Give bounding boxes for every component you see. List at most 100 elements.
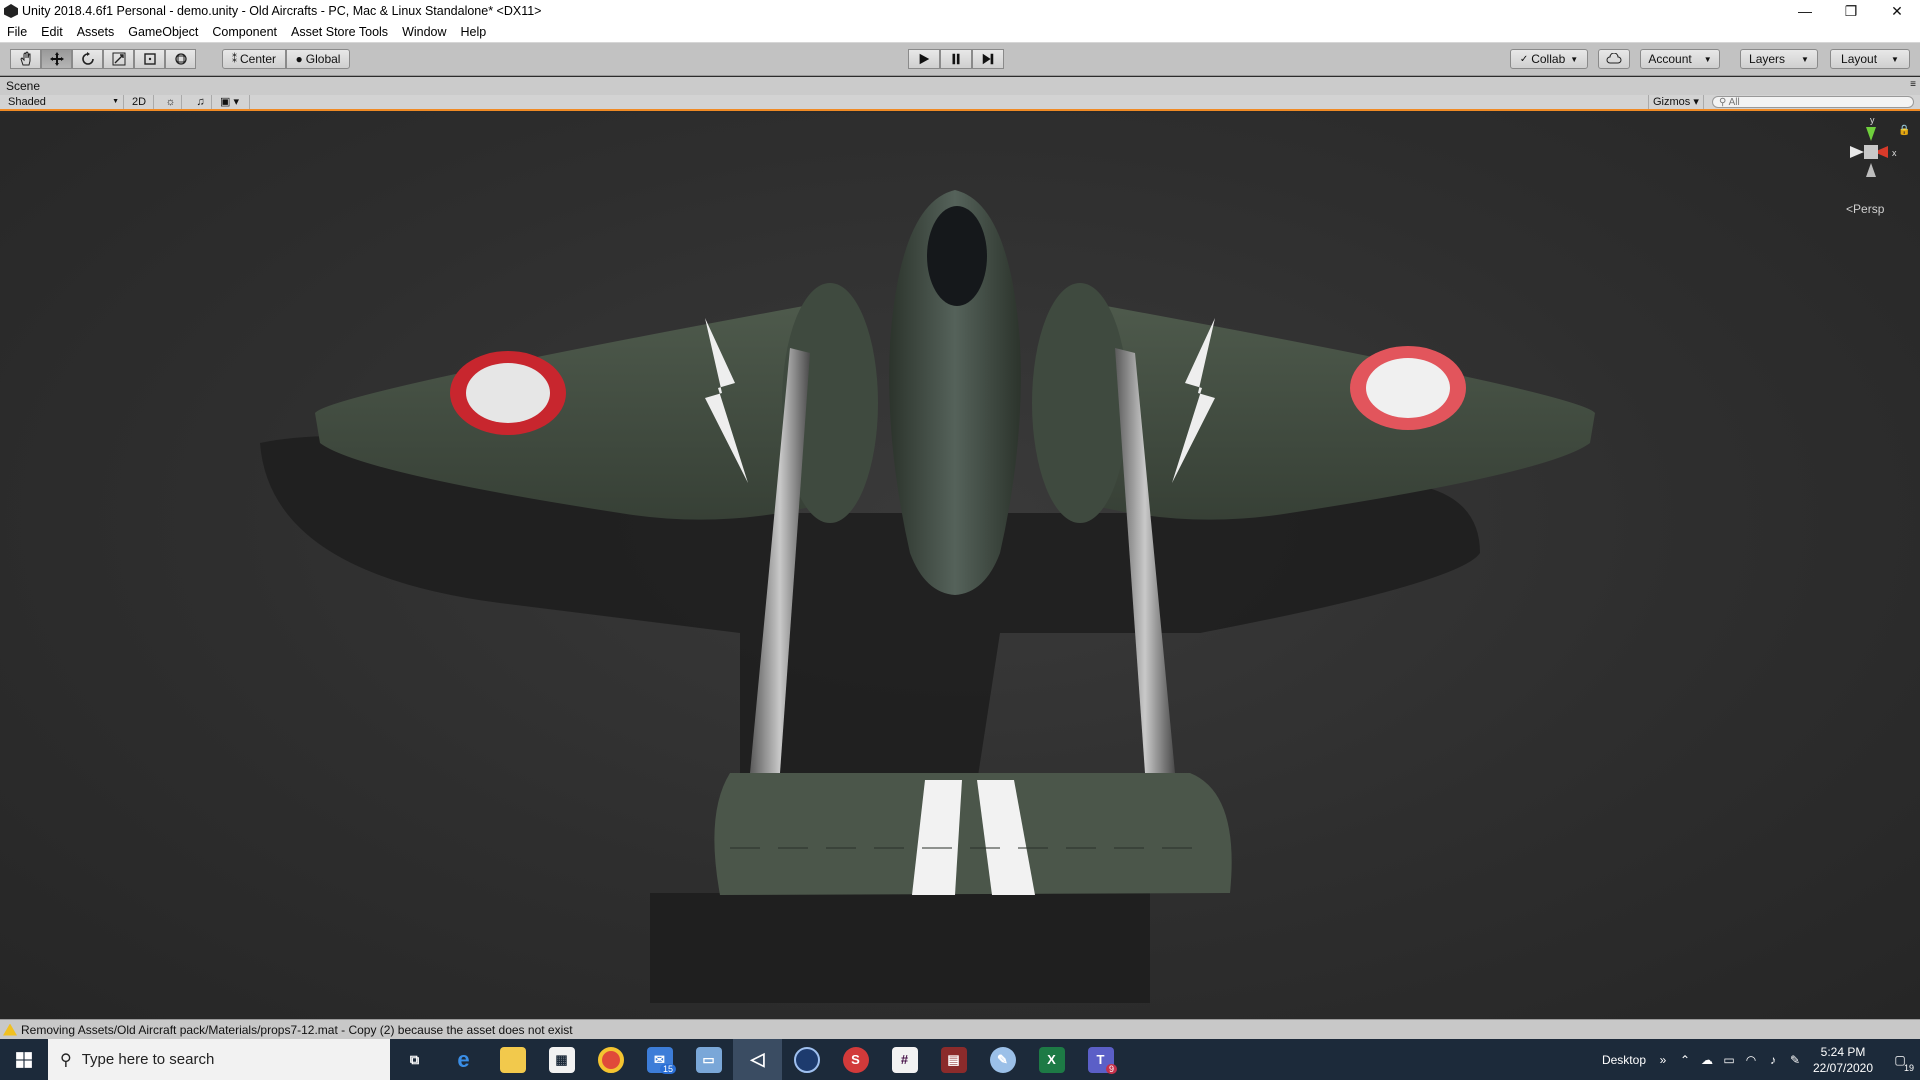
taskbar-paint[interactable]: ✎: [978, 1039, 1027, 1080]
desktop-toolbar-label[interactable]: Desktop: [1602, 1053, 1646, 1067]
taskbar-remote-desktop[interactable]: ▭: [684, 1039, 733, 1080]
volume-icon[interactable]: ♪: [1762, 1053, 1784, 1067]
menu-assets[interactable]: Assets: [70, 22, 122, 43]
effects-dropdown-icon[interactable]: ▣ ▾: [216, 95, 250, 109]
orientation-gizmo[interactable]: y x: [1836, 113, 1906, 213]
taskbar-unity[interactable]: ◁: [733, 1039, 782, 1080]
close-button[interactable]: ✕: [1874, 0, 1920, 22]
restore-button[interactable]: ❐: [1828, 0, 1874, 22]
taskbar-search-placeholder: Type here to search: [81, 1051, 215, 1068]
persp-label[interactable]: <Persp: [1846, 202, 1884, 216]
taskbar-search-input[interactable]: ⚲ Type here to search: [48, 1039, 390, 1080]
taskbar-edge[interactable]: e: [439, 1039, 488, 1080]
notifications-button[interactable]: ▢ 19: [1880, 1053, 1920, 1073]
task-view-button[interactable]: ⧉: [390, 1039, 439, 1080]
rotate-icon: [81, 52, 94, 65]
status-message[interactable]: Removing Assets/Old Aircraft pack/Materi…: [21, 1023, 573, 1037]
taskbar-store[interactable]: ▦: [537, 1039, 586, 1080]
taskbar-winrar[interactable]: ▤: [929, 1039, 978, 1080]
scale-tool-button[interactable]: [103, 49, 134, 69]
lighting-toggle-icon[interactable]: ☼: [160, 95, 182, 109]
scene-toolbar: Shaded ▼ 2D ☼ ♫ ▣ ▾ Gizmos ▾ ⚲ All: [0, 95, 1920, 111]
show-hidden-icons-icon[interactable]: ⌃: [1674, 1053, 1696, 1067]
menu-component[interactable]: Component: [205, 22, 284, 43]
cloud-button[interactable]: [1598, 49, 1630, 69]
step-icon: [982, 53, 994, 65]
cloud-icon: [1606, 53, 1622, 64]
cinema-icon: [793, 1046, 820, 1073]
dropdown-arrow-icon: ▼: [112, 98, 119, 105]
mail-badge: 15: [659, 1064, 676, 1074]
menu-window[interactable]: Window: [395, 22, 453, 43]
expand-toolbar-icon[interactable]: »: [1652, 1053, 1674, 1067]
gizmos-dropdown[interactable]: Gizmos ▾: [1648, 95, 1704, 109]
move-tool-button[interactable]: [41, 49, 72, 69]
play-button[interactable]: [908, 49, 940, 69]
dropdown-arrow-icon: ▼: [1801, 54, 1809, 64]
substance-icon: S: [842, 1046, 869, 1073]
layout-dropdown[interactable]: Layout ▼: [1830, 49, 1910, 69]
toggle-2d-button[interactable]: 2D: [128, 95, 154, 109]
aircraft-render: [260, 190, 1595, 1003]
step-button[interactable]: [972, 49, 1004, 69]
palette-icon: ✎: [989, 1046, 1016, 1073]
persp-arrow-icon: <: [1846, 202, 1854, 216]
taskbar-cinema4d[interactable]: [782, 1039, 831, 1080]
rotate-tool-button[interactable]: [72, 49, 103, 69]
onedrive-icon[interactable]: ☁: [1696, 1053, 1718, 1067]
menu-file[interactable]: File: [0, 22, 34, 43]
title-bar: Unity 2018.4.6f1 Personal - demo.unity -…: [0, 0, 1920, 22]
panel-menu-icon[interactable]: ≡: [1910, 79, 1916, 90]
rect-tool-button[interactable]: [134, 49, 165, 69]
gizmo-y-arrow: [1866, 127, 1876, 141]
taskbar-file-explorer[interactable]: [488, 1039, 537, 1080]
account-label: Account: [1648, 52, 1692, 66]
lock-icon[interactable]: 🔒: [1898, 125, 1910, 136]
scale-icon: [112, 52, 125, 66]
window-title: Unity 2018.4.6f1 Personal - demo.unity -…: [22, 4, 542, 18]
hand-tool-button[interactable]: [10, 49, 41, 69]
taskbar-excel[interactable]: X: [1027, 1039, 1076, 1080]
shading-mode-dropdown[interactable]: Shaded ▼: [4, 95, 124, 109]
menu-edit[interactable]: Edit: [34, 22, 70, 43]
minimize-button[interactable]: —: [1782, 0, 1828, 22]
taskbar-slack[interactable]: #: [880, 1039, 929, 1080]
scene-search-input[interactable]: ⚲ All: [1712, 96, 1914, 108]
move-arrows-icon: [49, 52, 64, 66]
battery-icon[interactable]: ▭: [1718, 1053, 1740, 1067]
pivot-center-button[interactable]: ⁑ Center: [222, 49, 286, 69]
scene-viewport[interactable]: y x 🔒: [0, 113, 1920, 1019]
scene-tab-bar: Scene ≡: [0, 77, 1920, 95]
pause-icon: [952, 53, 960, 65]
pivot-icon: ⁑: [231, 53, 237, 65]
taskbar-teams[interactable]: T9: [1076, 1039, 1125, 1080]
unity-icon: ◁: [750, 1049, 765, 1069]
rect-transform-icon: [143, 53, 156, 65]
layers-label: Layers: [1749, 52, 1786, 66]
pivot-label: Center: [239, 52, 277, 66]
start-button[interactable]: [0, 1039, 48, 1080]
menu-gameobject[interactable]: GameObject: [121, 22, 205, 43]
taskbar-substance[interactable]: S: [831, 1039, 880, 1080]
menu-help[interactable]: Help: [454, 22, 494, 43]
globe-icon: ●: [295, 52, 303, 66]
tab-scene[interactable]: Scene: [6, 79, 40, 93]
layers-dropdown[interactable]: Layers ▼: [1740, 49, 1818, 69]
pause-button[interactable]: [940, 49, 972, 69]
clock[interactable]: 5:24 PM 22/07/2020: [1806, 1044, 1880, 1076]
layout-label: Layout: [1841, 52, 1878, 66]
status-bar: Removing Assets/Old Aircraft pack/Materi…: [0, 1019, 1920, 1039]
taskbar-mail[interactable]: ✉ 15: [635, 1039, 684, 1080]
pen-icon[interactable]: ✎: [1784, 1053, 1806, 1067]
menu-asset-store-tools[interactable]: Asset Store Tools: [284, 22, 395, 43]
slack-icon: #: [891, 1046, 918, 1073]
taskbar-chrome[interactable]: [586, 1039, 635, 1080]
pivot-global-button[interactable]: ● Global: [286, 49, 350, 69]
transform-icon: [174, 53, 187, 65]
wifi-icon[interactable]: ◠: [1740, 1053, 1762, 1067]
account-dropdown[interactable]: Account ▼: [1640, 49, 1720, 69]
search-placeholder: All: [1728, 97, 1740, 108]
audio-toggle-icon[interactable]: ♫: [190, 95, 212, 109]
transform-tool-button[interactable]: [165, 49, 196, 69]
collab-dropdown[interactable]: ✓ Collab ▼: [1510, 49, 1588, 69]
